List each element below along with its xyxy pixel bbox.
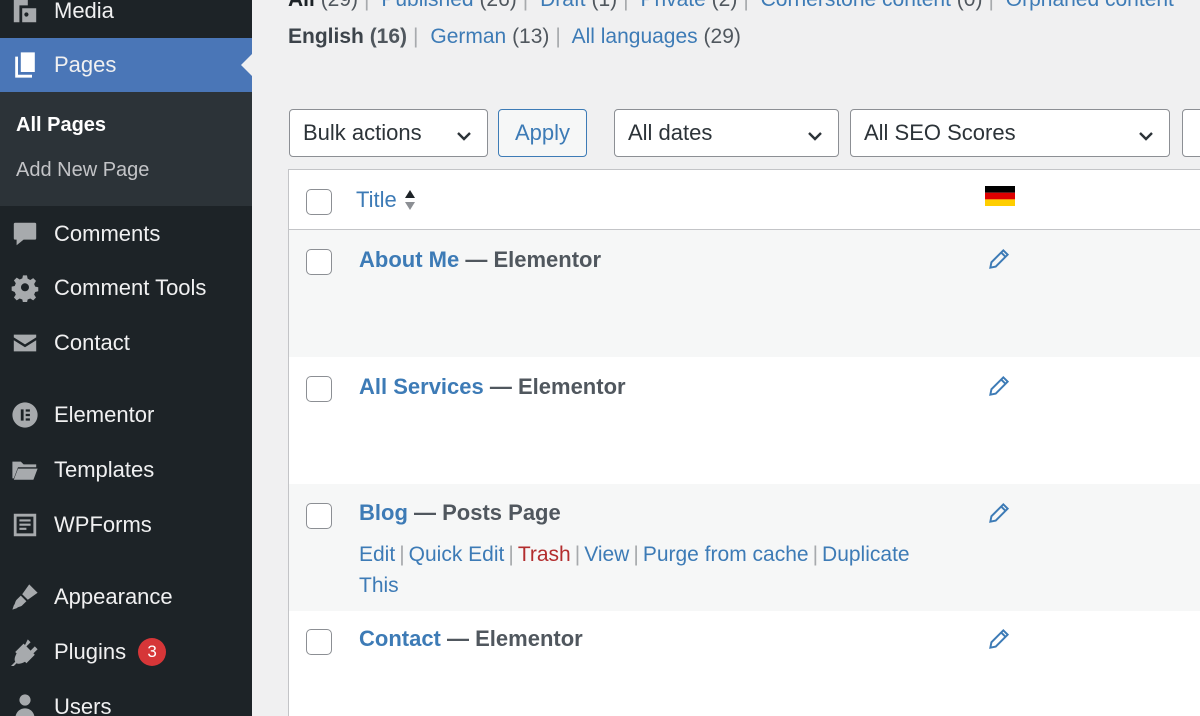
sidebar-item-templates[interactable]: Templates — [0, 443, 252, 497]
row-actions: Edit | Quick Edit | Trash | View | Purge from ca… — [359, 543, 910, 597]
view-link[interactable]: View — [584, 543, 629, 566]
sidebar-item-label: Users — [54, 694, 112, 716]
submenu-add-new-page[interactable]: Add New Page — [16, 159, 149, 182]
plug-icon — [10, 637, 40, 667]
status-orphaned[interactable]: Orphaned content — [1006, 0, 1174, 11]
chevron-down-icon — [806, 125, 824, 143]
pages-submenu: All Pages Add New Page — [0, 92, 252, 206]
status-draft[interactable]: Draft — [540, 0, 586, 11]
language-filter: English (16) | German (13) | All languages… — [288, 25, 741, 48]
sidebar-item-label: WPForms — [54, 512, 152, 537]
elementor-icon — [10, 400, 40, 430]
pencil-icon[interactable] — [986, 373, 1012, 399]
dates-filter-select[interactable]: All dates — [614, 109, 839, 157]
sidebar-item-label: Pages — [54, 52, 117, 77]
table-header: Title — [289, 170, 1200, 230]
status-private[interactable]: Private — [640, 0, 705, 11]
sidebar-item-pages[interactable]: Pages — [0, 38, 252, 92]
sidebar-item-label: Comment Tools — [54, 275, 207, 300]
table-row: All Services — Elementor — [289, 357, 1200, 484]
pencil-icon[interactable] — [986, 626, 1012, 652]
pencil-icon[interactable] — [986, 246, 1012, 272]
status-all[interactable]: All — [288, 0, 315, 11]
sidebar-item-label: Comments — [54, 221, 161, 246]
gear-icon — [10, 273, 40, 303]
sidebar-item-elementor[interactable]: Elementor — [0, 388, 252, 442]
status-published[interactable]: Published — [381, 0, 473, 11]
readability-select[interactable] — [1182, 109, 1200, 157]
paintbrush-icon — [10, 582, 40, 612]
sidebar-item-comments[interactable]: Comments — [0, 207, 252, 261]
seo-scores-select[interactable]: All SEO Scores — [850, 109, 1170, 157]
lang-english[interactable]: English — [288, 25, 364, 48]
comments-icon — [10, 219, 40, 249]
wpforms-icon — [10, 510, 40, 540]
table-row: About Me — Elementor — [289, 230, 1200, 357]
select-all-checkbox[interactable] — [306, 189, 332, 215]
table-row: Contact — Elementor — [289, 610, 1200, 716]
sidebar-item-contact[interactable]: Contact — [0, 316, 252, 370]
envelope-icon — [10, 328, 40, 358]
plugins-update-badge: 3 — [138, 638, 167, 666]
bulk-actions-select[interactable]: Bulk actions — [289, 109, 488, 157]
sidebar-item-comment-tools[interactable]: Comment Tools — [0, 261, 252, 315]
sidebar-item-label: Plugins — [54, 639, 127, 664]
sort-icon — [404, 190, 415, 210]
page-title-link[interactable]: All Services — [359, 374, 484, 399]
pages-icon — [10, 50, 40, 80]
pencil-icon[interactable] — [986, 500, 1012, 526]
sidebar-item-appearance[interactable]: Appearance — [0, 570, 252, 624]
lang-german[interactable]: German — [430, 25, 506, 48]
row-checkbox[interactable] — [306, 503, 332, 529]
sidebar-item-label: Media — [54, 0, 114, 23]
sidebar-item-wpforms[interactable]: WPForms — [0, 498, 252, 552]
purge-cache-link[interactable]: Purge from cache — [643, 543, 809, 566]
quick-edit-link[interactable]: Quick Edit — [409, 543, 505, 566]
apply-button[interactable]: Apply — [498, 109, 587, 157]
status-cornerstone[interactable]: Cornerstone content — [761, 0, 951, 11]
row-checkbox[interactable] — [306, 629, 332, 655]
sidebar-item-label: Contact — [54, 330, 130, 355]
sidebar-item-media[interactable]: Media — [0, 0, 252, 38]
sidebar-item-plugins[interactable]: Plugins 3 — [0, 625, 252, 679]
row-checkbox[interactable] — [306, 249, 332, 275]
german-flag-icon — [985, 186, 1015, 206]
sidebar-item-users[interactable]: Users — [0, 680, 252, 716]
user-icon — [10, 692, 40, 716]
page-title-link[interactable]: Blog — [359, 500, 408, 525]
submenu-all-pages[interactable]: All Pages — [16, 114, 106, 137]
page-title-link[interactable]: About Me — [359, 247, 459, 272]
lang-all[interactable]: All languages — [572, 25, 698, 48]
admin-sidebar: Media Pages All Pages Add New Page Comme… — [0, 0, 252, 716]
media-icon — [10, 0, 40, 26]
chevron-down-icon — [1137, 125, 1155, 143]
post-status-filter: All (29)| Published (26)| Draft (1)| Pri… — [288, 0, 1174, 12]
row-checkbox[interactable] — [306, 376, 332, 402]
page-title-link[interactable]: Contact — [359, 626, 441, 651]
sidebar-item-label: Templates — [54, 457, 155, 482]
trash-link[interactable]: Trash — [518, 543, 571, 566]
sidebar-item-label: Elementor — [54, 402, 155, 427]
chevron-down-icon — [455, 125, 473, 143]
sidebar-item-label: Appearance — [54, 584, 173, 609]
title-column-header[interactable]: Title — [356, 187, 417, 213]
folder-icon — [10, 455, 40, 485]
pages-table: Title About Me — Elementor All Services … — [288, 169, 1200, 716]
edit-link[interactable]: Edit — [359, 543, 395, 566]
table-row: Blog — Posts Page Edit | Quick Edit | Trash |… — [289, 484, 1200, 611]
